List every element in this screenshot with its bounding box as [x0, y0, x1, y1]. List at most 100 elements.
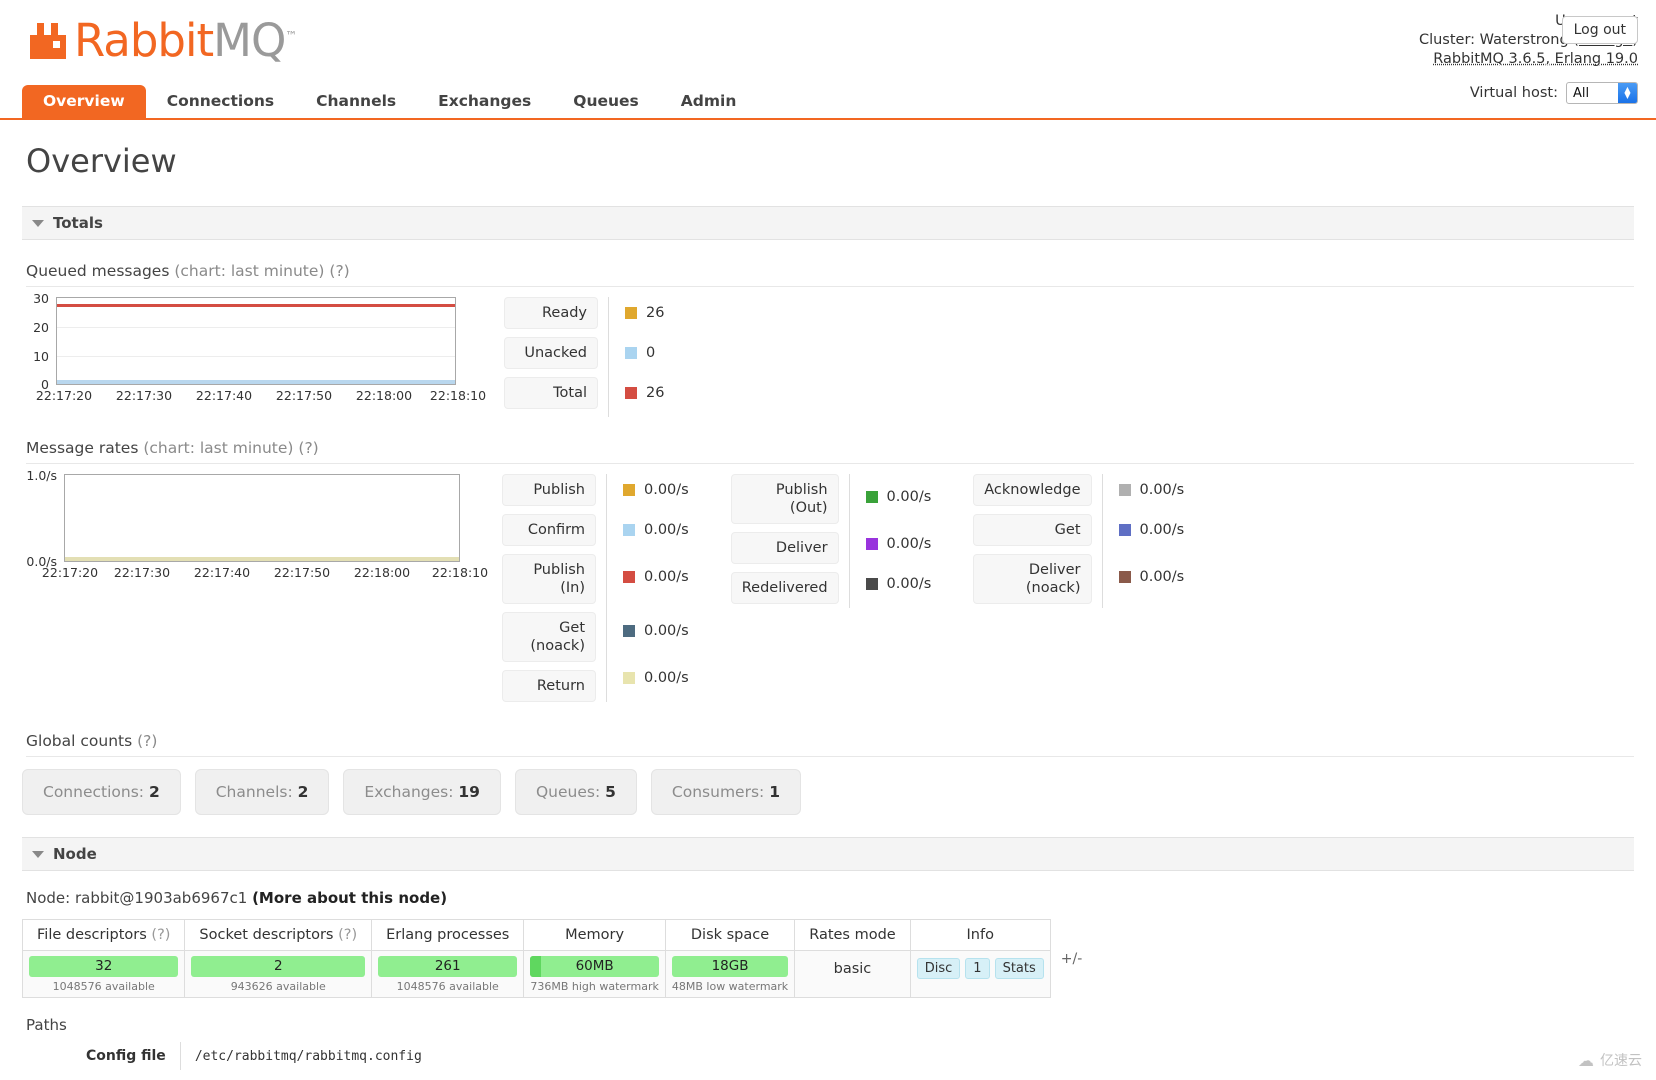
count-channels[interactable]: Channels: 2 — [195, 769, 330, 815]
legend-label-total[interactable]: Total — [504, 377, 598, 409]
xtick-4: 22:18:00 — [356, 388, 412, 403]
nav-tab-list: Overview Connections Channels Exchanges … — [0, 88, 1656, 118]
legend-value-unacked: 0 — [646, 345, 655, 361]
path-value-config-file: /etc/rabbitmq/rabbitmq.config — [180, 1042, 435, 1070]
badge-disc[interactable]: Disc — [917, 958, 961, 979]
rate-label-return[interactable]: Return — [502, 670, 596, 702]
badge-count[interactable]: 1 — [965, 958, 989, 979]
note-memory: 736MB high watermark — [530, 980, 659, 993]
series-line-rates-baseline — [65, 557, 459, 561]
collapse-triangle-icon-node — [32, 851, 44, 858]
swatch-publish-in-icon — [623, 571, 635, 583]
count-channels-label: Channels: — [216, 783, 293, 801]
legend-label-ready[interactable]: Ready — [504, 297, 598, 329]
rate-label-publish[interactable]: Publish — [502, 474, 596, 506]
watermark-text: 亿速云 — [1600, 1050, 1642, 1070]
count-queues-label: Queues: — [536, 783, 600, 801]
count-consumers-value: 1 — [769, 783, 780, 801]
section-header-totals[interactable]: Totals — [22, 206, 1634, 240]
rabbitmq-logo[interactable]: RabbitMQ™ — [26, 14, 296, 63]
value-disk-space: 18GB — [712, 958, 749, 974]
queued-messages-chart-row: 30 20 10 0 22:17:20 22:17:30 22:17:40 22… — [22, 297, 1634, 417]
badge-stats[interactable]: Stats — [995, 958, 1044, 979]
rates-col2-labels: Publish (Out) Deliver Redelivered — [731, 474, 839, 612]
expand-columns-toggle[interactable]: +/- — [1061, 951, 1083, 967]
legend-value-total-row: 26 — [625, 377, 664, 409]
logout-button[interactable]: Log out — [1562, 16, 1638, 44]
queued-messages-help[interactable]: (?) — [329, 262, 349, 280]
bar-memory: 60MB — [530, 956, 659, 977]
node-name: rabbit@1903ab6967c1 — [75, 889, 247, 907]
value-memory: 60MB — [576, 958, 614, 974]
note-socket-descriptors: 943626 available — [191, 980, 365, 993]
xtick-5: 22:18:10 — [430, 388, 486, 403]
count-exchanges[interactable]: Exchanges: 19 — [343, 769, 501, 815]
th-file-descriptors-text: File descriptors — [37, 927, 147, 943]
rate-label-redelivered[interactable]: Redelivered — [731, 572, 839, 604]
th-file-descriptors-help[interactable]: (?) — [151, 927, 170, 943]
bar-file-descriptors: 32 — [29, 956, 178, 977]
rate-value-get-row: 0.00/s — [1119, 514, 1185, 546]
swatch-ready-icon — [625, 307, 637, 319]
message-rates-chart-row: 1.0/s 0.0/s 22:17:20 22:17:30 22:17:40 2… — [22, 474, 1634, 710]
rates-xtick-2: 22:17:40 — [194, 565, 250, 580]
gridline-20 — [57, 327, 455, 328]
th-info: Info — [910, 920, 1050, 951]
global-counts-help[interactable]: (?) — [137, 732, 157, 750]
cloud-icon: ☁ — [1578, 1051, 1594, 1070]
count-exchanges-label: Exchanges: — [364, 783, 453, 801]
rate-label-acknowledge[interactable]: Acknowledge — [973, 474, 1091, 506]
legend-label-unacked[interactable]: Unacked — [504, 337, 598, 369]
tab-overview[interactable]: Overview — [22, 85, 146, 118]
legend-value-ready: 26 — [646, 305, 664, 321]
legend-value-total: 26 — [646, 385, 664, 401]
count-queues-value: 5 — [605, 783, 616, 801]
td-erlang-processes: 261 1048576 available — [372, 951, 524, 998]
count-queues[interactable]: Queues: 5 — [515, 769, 637, 815]
count-connections-value: 2 — [149, 783, 160, 801]
rate-value-get: 0.00/s — [1140, 522, 1185, 538]
rate-label-deliver[interactable]: Deliver — [731, 532, 839, 564]
tab-connections[interactable]: Connections — [146, 85, 295, 118]
logo-text-rabbit: Rabbit — [74, 14, 213, 67]
note-disk-space: 48MB low watermark — [672, 980, 788, 993]
tab-exchanges[interactable]: Exchanges — [417, 85, 552, 118]
rate-label-publish-in[interactable]: Publish (In) — [502, 554, 596, 604]
rates-col1-labels: Publish Confirm Publish (In) Get (noack)… — [502, 474, 596, 710]
logo-text-mq: MQ — [213, 14, 285, 67]
th-disk-space: Disk space — [665, 920, 794, 951]
td-info: Disc 1 Stats — [910, 951, 1050, 998]
note-erlang-processes: 1048576 available — [378, 980, 517, 993]
swatch-confirm-icon — [623, 524, 635, 536]
th-socket-descriptors-help[interactable]: (?) — [338, 927, 357, 943]
rate-value-deliver: 0.00/s — [887, 536, 932, 552]
tab-queues[interactable]: Queues — [552, 85, 660, 118]
ytick-10: 10 — [33, 352, 49, 362]
message-rates-help[interactable]: (?) — [298, 439, 318, 457]
tab-channels[interactable]: Channels — [295, 85, 417, 118]
node-more-link[interactable]: (More about this node) — [252, 889, 447, 907]
swatch-publish-out-icon — [866, 491, 878, 503]
node-name-line: Node: rabbit@1903ab6967c1 (More about th… — [26, 889, 1634, 907]
table-row: Config file /etc/rabbitmq/rabbitmq.confi… — [26, 1042, 436, 1070]
rate-label-confirm[interactable]: Confirm — [502, 514, 596, 546]
count-consumers[interactable]: Consumers: 1 — [651, 769, 801, 815]
rate-label-publish-out[interactable]: Publish (Out) — [731, 474, 839, 524]
rate-label-deliver-noack[interactable]: Deliver (noack) — [973, 554, 1091, 604]
section-header-node[interactable]: Node — [22, 837, 1634, 871]
rates-legend-column-2: Publish (Out) Deliver Redelivered 0.00/s… — [731, 474, 932, 612]
queued-chart-yaxis: 30 20 10 0 — [19, 298, 49, 386]
rate-value-publish-in-row: 0.00/s — [623, 554, 689, 600]
count-connections[interactable]: Connections: 2 — [22, 769, 181, 815]
rate-value-acknowledge-row: 0.00/s — [1119, 474, 1185, 506]
rate-label-get[interactable]: Get — [973, 514, 1091, 546]
version-text: RabbitMQ 3.6.5, Erlang 19.0 — [1433, 51, 1638, 67]
th-socket-descriptors-text: Socket descriptors — [199, 927, 333, 943]
bar-disk-space: 18GB — [672, 956, 788, 977]
xtick-3: 22:17:50 — [276, 388, 332, 403]
node-table-head: File descriptors (?) Socket descriptors … — [23, 920, 1051, 951]
rate-label-get-noack[interactable]: Get (noack) — [502, 612, 596, 662]
tab-admin[interactable]: Admin — [660, 85, 758, 118]
swatch-deliver-noack-icon — [1119, 571, 1131, 583]
message-rates-heading: Message rates (chart: last minute) (?) — [26, 439, 1634, 464]
